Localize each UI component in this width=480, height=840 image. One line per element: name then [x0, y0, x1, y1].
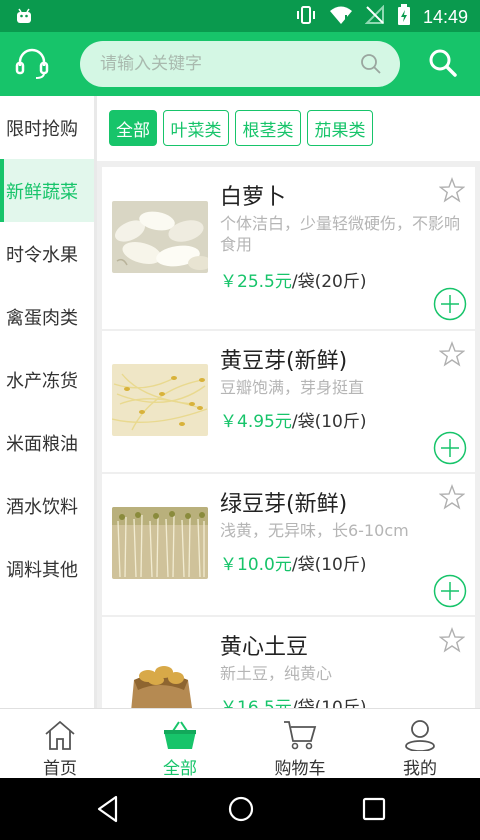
customer-service-button[interactable] — [12, 44, 52, 84]
vibrate-icon — [295, 4, 317, 30]
product-price: ￥16.5元 — [220, 698, 292, 708]
product-card[interactable]: 白萝卜 个体洁白，少量轻微硬伤，不影响食用 ￥25.5元/袋(20斤) — [102, 167, 475, 329]
mung-bean-sprouts-photo — [112, 507, 208, 579]
app-header — [0, 32, 480, 96]
sidebar-item-condiments-other[interactable]: 调料其他 — [0, 537, 94, 600]
filter-chip-fruit-veg[interactable]: 茄果类 — [307, 110, 373, 146]
product-price: ￥4.95元 — [220, 412, 292, 432]
add-to-cart-icon[interactable] — [433, 574, 467, 612]
android-icon — [14, 6, 34, 30]
sidebar-item-label: 酒水饮料 — [6, 496, 78, 518]
basket-icon — [164, 721, 196, 749]
home-icon — [45, 720, 75, 750]
system-navigation-bar — [0, 778, 480, 840]
product-price: ￥10.0元 — [220, 555, 292, 575]
headset-icon — [12, 48, 52, 88]
sidebar-item-drinks[interactable]: 酒水饮料 — [0, 474, 94, 537]
clock-time: 14:49 — [422, 6, 468, 27]
soybean-sprouts-photo — [112, 364, 208, 436]
product-price-line: ￥16.5元/袋(10斤) — [220, 693, 366, 708]
filter-label: 茄果类 — [314, 120, 366, 141]
filter-chip-all[interactable]: 全部 — [109, 110, 157, 146]
search-input[interactable] — [100, 41, 350, 87]
nav-home[interactable]: 首页 — [0, 709, 120, 779]
search-bar[interactable] — [80, 41, 400, 87]
no-signal-icon — [364, 4, 385, 29]
filter-chip-leafy[interactable]: 叶菜类 — [163, 110, 229, 146]
battery-icon — [397, 4, 411, 30]
cart-icon — [284, 721, 317, 750]
sidebar-item-seafood-frozen[interactable]: 水产冻货 — [0, 348, 94, 411]
product-description: 豆瓣饱满，芽身挺直 — [220, 378, 365, 397]
product-description: 新土豆，纯黄心 — [220, 664, 333, 683]
potatoes-photo — [112, 650, 208, 708]
product-description: 个体洁白，少量轻微硬伤，不影响食用 — [220, 214, 461, 254]
filter-label: 根茎类 — [242, 120, 294, 141]
product-unit: /袋(20斤) — [291, 272, 367, 292]
favorite-star-icon[interactable] — [438, 341, 466, 371]
sidebar-item-rice-flour-oil[interactable]: 米面粮油 — [0, 411, 94, 474]
product-price-line: ￥25.5元/袋(20斤) — [220, 267, 366, 292]
filter-bar: 全部 叶菜类 根茎类 茄果类 — [97, 96, 480, 161]
sidebar-item-label: 水产冻货 — [6, 370, 78, 392]
search-icon[interactable] — [360, 53, 382, 79]
product-price: ￥25.5元 — [220, 272, 292, 292]
wifi-icon — [329, 5, 353, 29]
add-to-cart-icon[interactable] — [433, 431, 467, 469]
bottom-navigation: 首页 全部 购物车 我的 — [0, 708, 480, 779]
product-card[interactable]: 黄豆芽(新鲜) 豆瓣饱满，芽身挺直 ￥4.95元/袋(10斤) — [102, 331, 475, 472]
nav-profile[interactable]: 我的 — [360, 709, 480, 779]
favorite-star-icon[interactable] — [438, 484, 466, 514]
sidebar-item-label: 限时抢购 — [6, 118, 78, 140]
favorite-star-icon[interactable] — [438, 177, 466, 207]
sidebar-item-poultry-eggs-meat[interactable]: 禽蛋肉类 — [0, 285, 94, 348]
product-name: 白萝卜 — [220, 185, 287, 210]
product-unit: /袋(10斤) — [291, 698, 367, 708]
nav-label: 我的 — [403, 759, 437, 779]
filter-label: 叶菜类 — [170, 120, 222, 141]
category-sidebar: 限时抢购 新鲜蔬菜 时令水果 禽蛋肉类 水产冻货 米面粮油 酒水饮料 调料其他 — [0, 96, 97, 708]
profile-icon — [405, 720, 435, 751]
sidebar-item-label: 调料其他 — [6, 559, 78, 581]
product-name: 绿豆芽(新鲜) — [220, 492, 348, 517]
product-unit: /袋(10斤) — [291, 412, 367, 432]
filter-label: 全部 — [116, 120, 150, 141]
add-to-cart-icon[interactable] — [433, 287, 467, 325]
product-price-line: ￥4.95元/袋(10斤) — [220, 407, 366, 432]
nav-cart[interactable]: 购物车 — [240, 709, 360, 779]
product-description: 浅黄，无异味，长6-10cm — [220, 521, 409, 540]
product-name: 黄心土豆 — [220, 635, 309, 660]
product-content: 全部 叶菜类 根茎类 茄果类 白萝卜 个体洁白，少量轻微硬伤，不影响食用 ￥25… — [97, 96, 480, 708]
status-bar: 14:49 — [0, 0, 480, 32]
filter-chip-root[interactable]: 根茎类 — [235, 110, 301, 146]
favorite-star-icon[interactable] — [438, 627, 466, 657]
nav-all[interactable]: 全部 — [120, 709, 240, 779]
home-circle-icon[interactable] — [226, 794, 256, 828]
sidebar-item-flash-sale[interactable]: 限时抢购 — [0, 96, 94, 159]
sidebar-item-label: 禽蛋肉类 — [6, 307, 78, 329]
nav-label: 全部 — [163, 759, 197, 779]
nav-label: 首页 — [43, 759, 77, 779]
sidebar-item-label: 米面粮油 — [6, 433, 78, 455]
product-unit: /袋(10斤) — [291, 555, 367, 575]
product-price-line: ￥10.0元/袋(10斤) — [220, 550, 366, 575]
sidebar-item-label: 新鲜蔬菜 — [6, 181, 78, 203]
sidebar-item-seasonal-fruit[interactable]: 时令水果 — [0, 222, 94, 285]
nav-label: 购物车 — [274, 759, 326, 779]
recent-apps-icon[interactable] — [360, 794, 388, 828]
product-card[interactable]: 黄心土豆 新土豆，纯黄心 ￥16.5元/袋(10斤) — [102, 617, 475, 708]
product-name: 黄豆芽(新鲜) — [220, 349, 348, 374]
product-card[interactable]: 绿豆芽(新鲜) 浅黄，无异味，长6-10cm ￥10.0元/袋(10斤) — [102, 474, 475, 615]
search-button-icon[interactable] — [428, 48, 458, 82]
sidebar-item-fresh-vegetables[interactable]: 新鲜蔬菜 — [0, 159, 94, 222]
back-icon[interactable] — [94, 794, 122, 828]
white-radish-photo — [112, 201, 208, 273]
sidebar-item-label: 时令水果 — [6, 244, 78, 266]
